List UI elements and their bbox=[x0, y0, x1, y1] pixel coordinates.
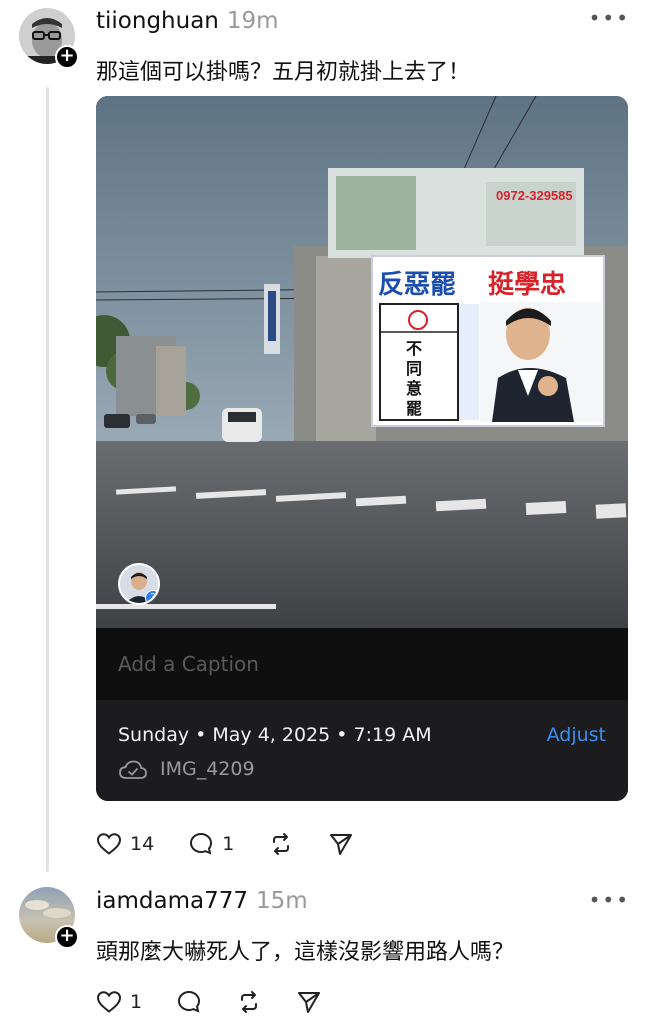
like-button[interactable]: 14 bbox=[96, 832, 154, 856]
follow-plus-icon[interactable]: + bbox=[55, 45, 79, 69]
thread-line bbox=[46, 87, 49, 872]
post-text: 那這個可以掛嗎？五月初就掛上去了！ bbox=[96, 60, 471, 85]
heart-icon bbox=[96, 991, 122, 1013]
photo-filename: IMG_4209 bbox=[160, 758, 255, 780]
repost-icon bbox=[241, 991, 258, 1013]
svg-text:意: 意 bbox=[406, 379, 422, 398]
post-actions: 14 1 bbox=[96, 829, 388, 859]
username[interactable]: iamdama777 bbox=[96, 888, 248, 914]
caption-field[interactable]: Add a Caption bbox=[96, 628, 628, 700]
username[interactable]: tiionghuan bbox=[96, 8, 219, 34]
like-button[interactable]: 1 bbox=[96, 990, 142, 1014]
caption-placeholder: Add a Caption bbox=[118, 652, 259, 676]
like-count: 14 bbox=[130, 833, 155, 855]
tagged-person-avatar[interactable]: ? bbox=[118, 563, 160, 605]
more-options-icon[interactable]: ••• bbox=[589, 888, 630, 912]
share-button[interactable] bbox=[296, 989, 322, 1015]
heart-icon bbox=[96, 833, 122, 855]
billboard-vote-text: 不 同 意 罷 bbox=[406, 339, 422, 418]
repost-button[interactable] bbox=[268, 831, 294, 857]
question-badge-icon: ? bbox=[145, 590, 158, 603]
more-options-icon[interactable]: ••• bbox=[589, 6, 630, 30]
comment-icon bbox=[178, 990, 201, 1013]
post-text: 頭那麼大嚇死人了，這樣沒影響用路人嗎？ bbox=[96, 940, 515, 965]
repost-icon bbox=[273, 833, 290, 855]
billboard-headline-left: 反惡罷 bbox=[378, 270, 456, 300]
share-button[interactable] bbox=[328, 831, 354, 857]
photo-card[interactable]: 0972-329585 反惡罷 挺學忠 不 同 意 罷 ? Add a Capt… bbox=[96, 96, 628, 801]
reply-button[interactable]: 1 bbox=[188, 831, 234, 857]
post-time: 19m bbox=[226, 8, 279, 34]
photo-date: Sunday • May 4, 2025 • 7:19 AM bbox=[118, 724, 432, 746]
post-actions: 1 bbox=[96, 987, 356, 1017]
send-icon bbox=[298, 992, 321, 1013]
reply-count: 1 bbox=[222, 833, 235, 855]
repost-button[interactable] bbox=[236, 989, 262, 1015]
billboard-phone: 0972-329585 bbox=[496, 188, 573, 203]
svg-text:罷: 罷 bbox=[406, 399, 422, 418]
cloud-icon bbox=[119, 760, 147, 779]
billboard-headline-right: 挺學忠 bbox=[488, 270, 566, 300]
adjust-button[interactable]: Adjust bbox=[547, 724, 606, 746]
reply-button[interactable] bbox=[176, 989, 202, 1015]
svg-text:不: 不 bbox=[406, 339, 422, 358]
post-time: 15m bbox=[255, 888, 308, 914]
photo-metadata: Sunday • May 4, 2025 • 7:19 AM Adjust IM… bbox=[96, 700, 628, 801]
send-icon bbox=[330, 834, 353, 855]
svg-text:同: 同 bbox=[406, 359, 422, 378]
comment-icon bbox=[190, 832, 213, 855]
street-photo[interactable]: 0972-329585 反惡罷 挺學忠 不 同 意 罷 bbox=[96, 96, 628, 628]
like-count: 1 bbox=[130, 991, 143, 1013]
follow-plus-icon[interactable]: + bbox=[55, 925, 79, 949]
